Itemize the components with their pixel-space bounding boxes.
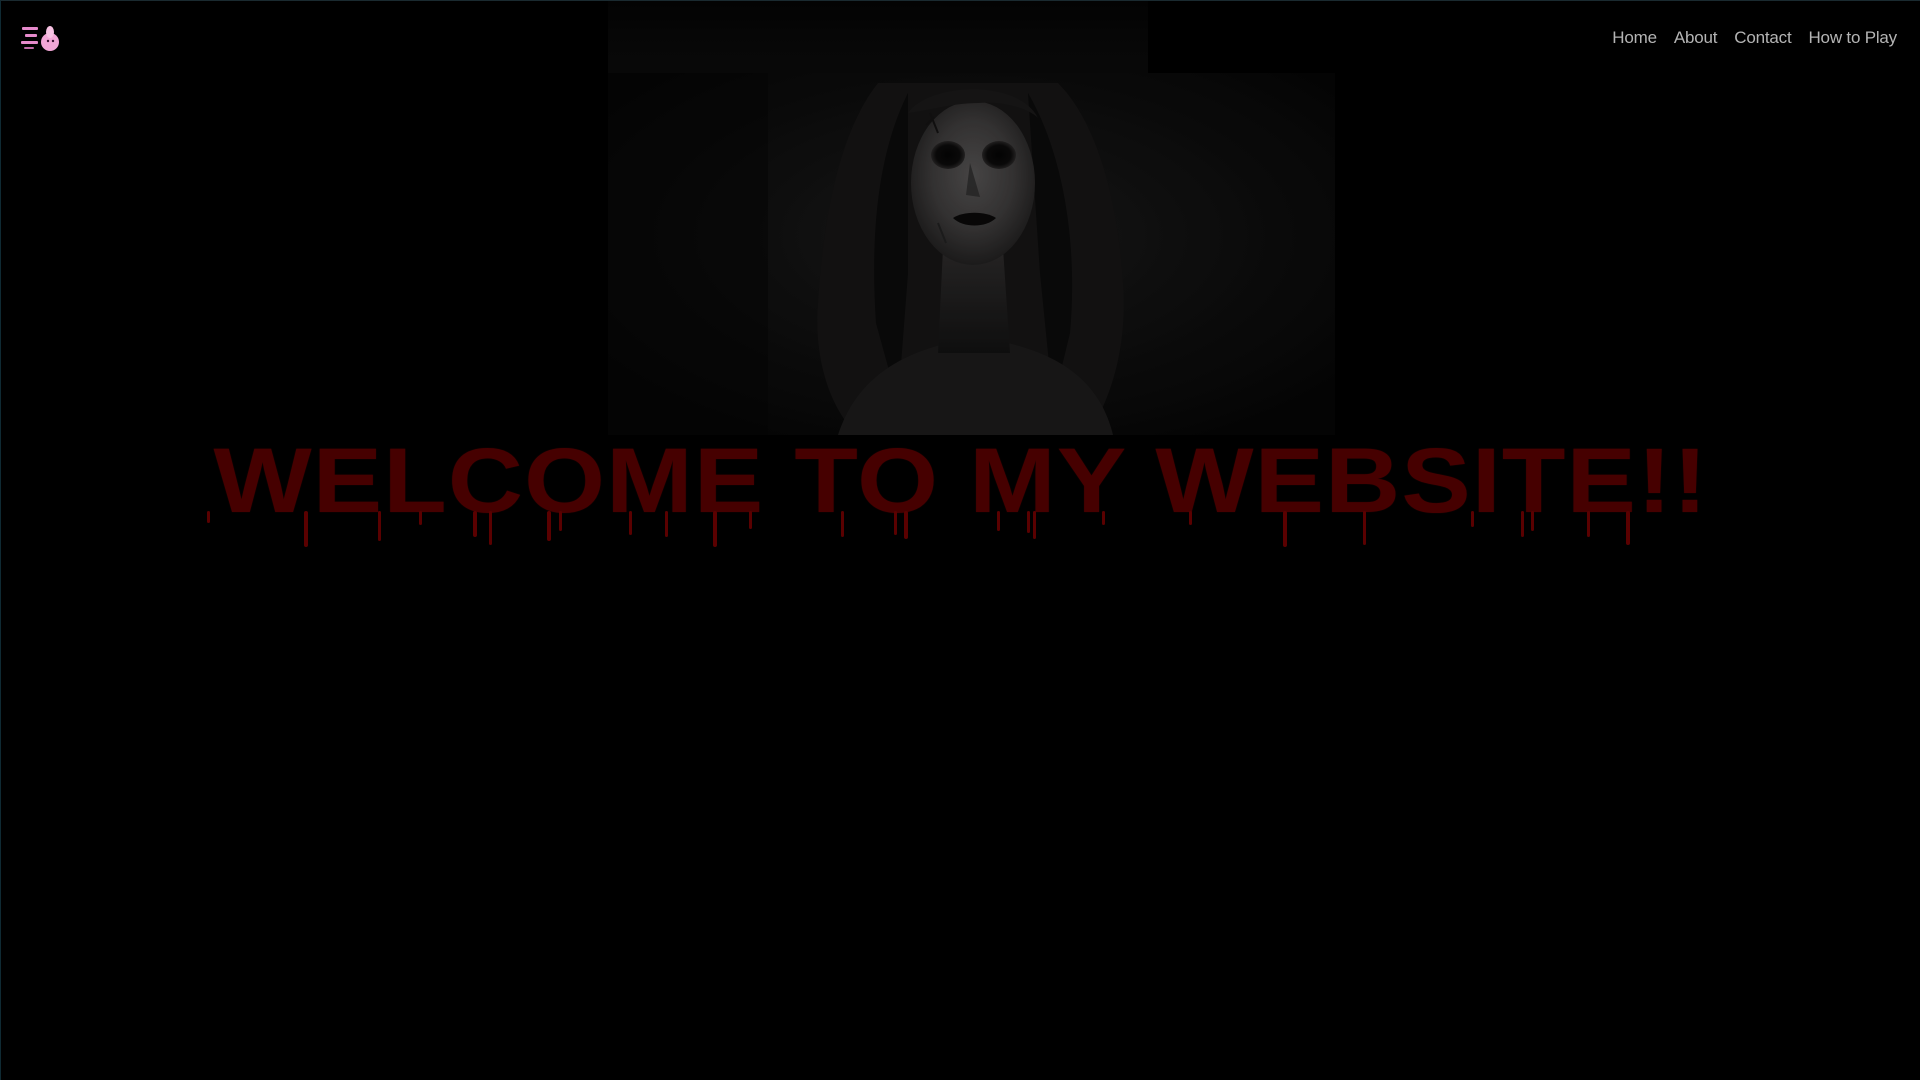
hero-image xyxy=(608,73,1335,435)
top-navbar: Home About Contact How to Play xyxy=(1,1,1920,75)
cartoon-logo-icon xyxy=(19,22,63,54)
nav-menu: Home About Contact How to Play xyxy=(1612,28,1897,48)
site-logo[interactable] xyxy=(19,22,63,54)
nav-link-home[interactable]: Home xyxy=(1612,28,1657,48)
nav-link-how-to-play[interactable]: How to Play xyxy=(1808,28,1897,48)
welcome-headline-block: WELCOME TO MY WEBSITE!! xyxy=(1,431,1920,551)
dark-portrait-image xyxy=(608,73,1335,435)
nav-link-about[interactable]: About xyxy=(1674,28,1718,48)
nav-link-contact[interactable]: Contact xyxy=(1734,28,1791,48)
welcome-headline: WELCOME TO MY WEBSITE!! xyxy=(213,430,1709,532)
